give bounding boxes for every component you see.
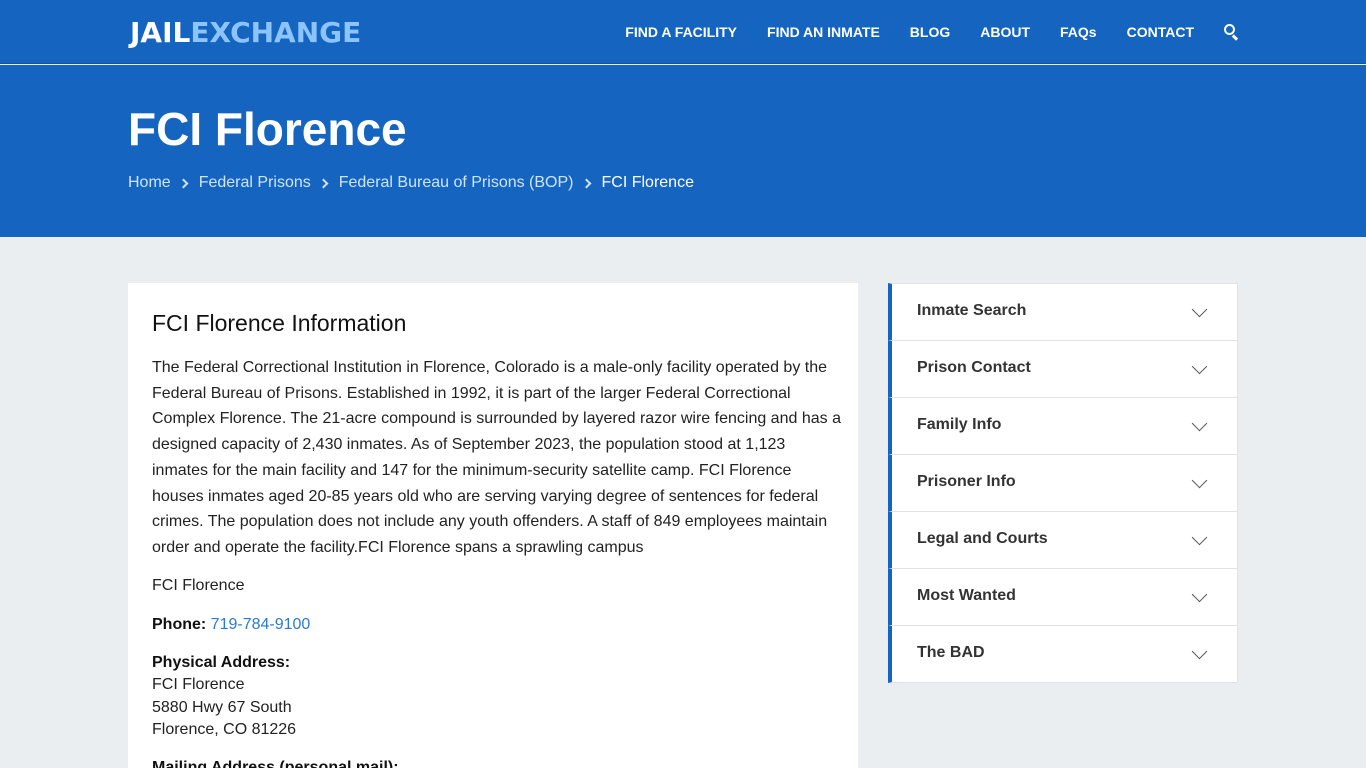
nav-faqs[interactable]: FAQs (1060, 24, 1097, 40)
page-title: FCI Florence (128, 103, 407, 155)
top-navbar: JAILEXCHANGE FIND A FACILITY FIND AN INM… (0, 0, 1366, 64)
address-line: FCI Florence (152, 676, 245, 693)
accordion-label: Inmate Search (917, 302, 1027, 319)
chevron-down-icon (1191, 529, 1208, 546)
sidebar-accordion: Inmate Search Prison Contact Family Info… (888, 283, 1238, 683)
nav-find-a-facility[interactable]: FIND A FACILITY (625, 24, 737, 40)
breadcrumb-current: FCI Florence (601, 174, 694, 191)
description-line: designed capacity of 2,430 inmates. As o… (152, 436, 786, 454)
phone-label: Phone: (152, 616, 207, 633)
search-icon[interactable] (1224, 24, 1240, 41)
accordion-label: Family Info (917, 416, 1002, 433)
info-heading: FCI Florence Information (152, 310, 407, 336)
address-line: Florence, CO 81226 (152, 721, 297, 738)
breadcrumb-federal-prisons[interactable]: Federal Prisons (199, 174, 311, 192)
accordion-legal-and-courts[interactable]: Legal and Courts (888, 511, 1238, 569)
facility-description: The Federal Correctional Institution in … (152, 355, 842, 561)
chevron-right-icon (581, 178, 591, 188)
phone-row: Phone: 719-784-9100 (152, 614, 310, 637)
nav-find-an-inmate[interactable]: FIND AN INMATE (767, 24, 880, 40)
accordion-label: Legal and Courts (917, 530, 1048, 547)
accordion-prisoner-info[interactable]: Prisoner Info (888, 454, 1238, 512)
breadcrumb: Home Federal Prisons Federal Bureau of P… (128, 174, 694, 192)
logo-text-exchange: EXCHANGE (190, 16, 362, 49)
chevron-down-icon (1191, 415, 1208, 432)
breadcrumb-home[interactable]: Home (128, 174, 171, 192)
chevron-down-icon (1191, 472, 1208, 489)
description-line: order and operate the facility.FCI Flore… (152, 538, 644, 556)
accordion-inmate-search[interactable]: Inmate Search (888, 283, 1238, 341)
site-logo[interactable]: JAILEXCHANGE (130, 16, 361, 50)
mailing-label: Mailing Address (personal mail): (152, 757, 399, 768)
logo-text-jail: JAIL (130, 16, 191, 49)
description-line: crimes. The population does not include … (152, 513, 828, 531)
chevron-down-icon (1191, 358, 1208, 375)
nav-blog[interactable]: BLOG (910, 24, 950, 40)
accordion-prison-contact[interactable]: Prison Contact (888, 340, 1238, 398)
accordion-label: Most Wanted (917, 587, 1016, 604)
chevron-down-icon (1191, 643, 1208, 660)
description-line: Federal Bureau of Prisons. Established i… (152, 384, 791, 402)
accordion-family-info[interactable]: Family Info (888, 397, 1238, 455)
accordion-label: Prison Contact (917, 359, 1031, 376)
facility-name: FCI Florence (152, 577, 245, 594)
facility-info-card: FCI Florence Information The Federal Cor… (128, 283, 858, 768)
address-label-text: Physical Address: (152, 654, 291, 671)
accordion-the-bad[interactable]: The BAD (888, 625, 1238, 683)
description-line: The Federal Correctional Institution in … (152, 359, 827, 376)
address-line: 5880 Hwy 67 South (152, 699, 292, 716)
mailing-label-text: Mailing Address (personal mail): (152, 759, 399, 768)
nav-about[interactable]: ABOUT (980, 24, 1030, 40)
search-icon-handle (1232, 34, 1239, 41)
description-line: Complex Florence. The 21-acre compound i… (152, 410, 841, 428)
main-nav: FIND A FACILITY FIND AN INMATE BLOG ABOU… (595, 0, 1240, 64)
address-label: Physical Address: (152, 652, 290, 675)
accordion-most-wanted[interactable]: Most Wanted (888, 568, 1238, 626)
accordion-label: The BAD (917, 644, 985, 661)
nav-contact[interactable]: CONTACT (1127, 24, 1194, 40)
breadcrumb-bop[interactable]: Federal Bureau of Prisons (BOP) (339, 174, 574, 192)
phone-link[interactable]: 719-784-9100 (211, 616, 311, 633)
chevron-right-icon (178, 178, 189, 188)
chevron-right-icon (318, 178, 329, 188)
description-line: houses inmates aged 20-85 years old who … (152, 487, 819, 505)
page-hero: FCI Florence Home Federal Prisons Federa… (0, 65, 1366, 237)
chevron-down-icon (1191, 586, 1208, 603)
chevron-down-icon (1191, 301, 1208, 318)
description-line: inmates for the main facility and 147 fo… (152, 461, 792, 479)
accordion-label: Prisoner Info (917, 473, 1016, 490)
